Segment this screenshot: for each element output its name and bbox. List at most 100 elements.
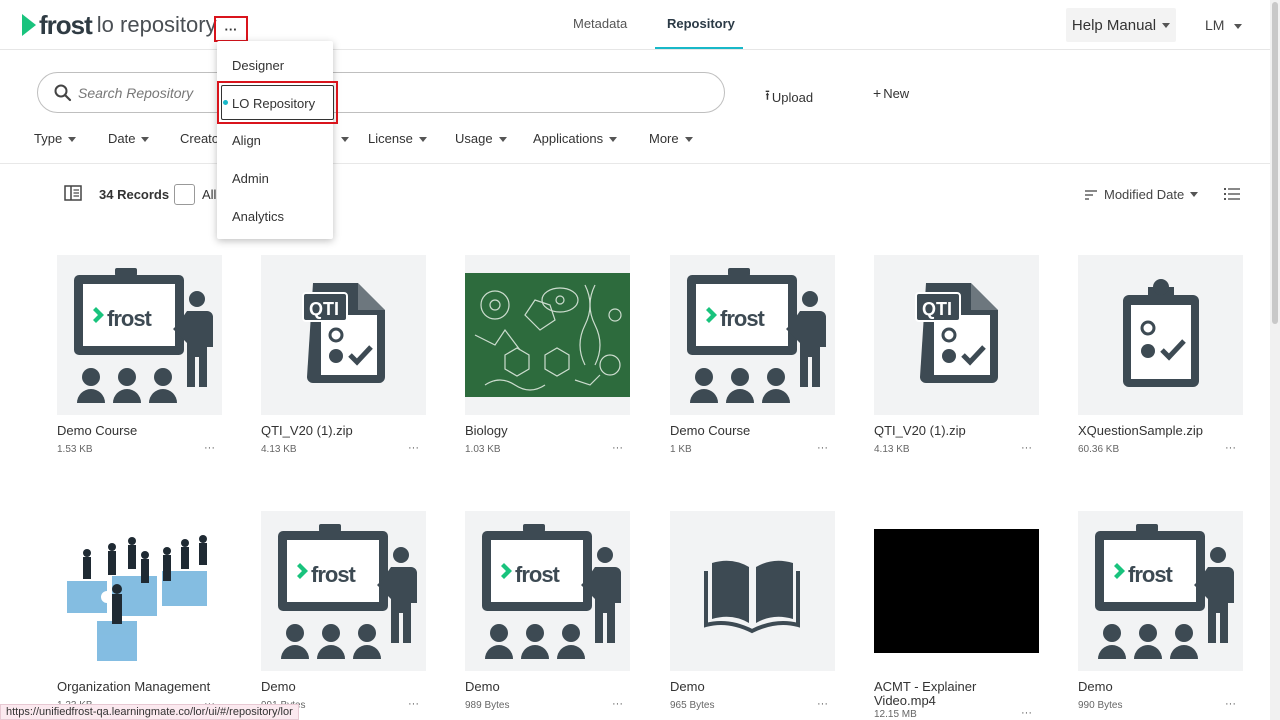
- filter-license[interactable]: License: [368, 131, 427, 146]
- scrollbar-thumb[interactable]: [1272, 2, 1278, 324]
- resource-title[interactable]: Demo: [465, 680, 615, 694]
- resource-card[interactable]: frost Demo991 Bytes···: [261, 511, 426, 711]
- resource-title[interactable]: Demo: [1078, 680, 1228, 694]
- resource-title[interactable]: Demo: [261, 680, 411, 694]
- qti-icon: QTI: [302, 283, 385, 383]
- menu-item-lo-repository[interactable]: LO Repository: [232, 96, 315, 111]
- card-more-options-icon[interactable]: ···: [1021, 707, 1032, 719]
- clipboard-icon: [1123, 279, 1199, 387]
- qti-icon: QTI: [915, 283, 998, 383]
- menu-item-align[interactable]: Align: [232, 133, 261, 148]
- resource-title[interactable]: Demo Course: [57, 424, 207, 438]
- filter-more[interactable]: More: [649, 131, 693, 146]
- app-logo[interactable]: frost lo repository: [22, 10, 217, 40]
- resource-card[interactable]: Organization Management1.33 KB···: [57, 511, 222, 711]
- resource-title[interactable]: Biology: [465, 424, 615, 438]
- filter-date[interactable]: Date: [108, 131, 150, 146]
- resource-size: 965 Bytes: [670, 700, 715, 711]
- logo-arrow-icon: [22, 14, 36, 36]
- svg-text:QTI: QTI: [309, 299, 339, 319]
- resource-thumbnail[interactable]: [57, 511, 222, 671]
- user-menu-button[interactable]: LM: [1205, 17, 1243, 33]
- resource-thumbnail[interactable]: QTI: [874, 255, 1039, 415]
- vertical-scrollbar[interactable]: [1270, 0, 1280, 720]
- search-input[interactable]: [78, 81, 678, 105]
- card-more-options-icon[interactable]: ···: [1225, 698, 1236, 710]
- frost-course: frost: [278, 524, 417, 659]
- records-count: 34 Records: [99, 187, 170, 202]
- resource-card[interactable]: frost Demo Course 1 KB ···: [670, 255, 835, 455]
- resource-thumbnail[interactable]: frost: [465, 511, 630, 671]
- card-more-options-icon[interactable]: ···: [612, 698, 623, 710]
- chevron-down-icon: [1162, 22, 1171, 28]
- menu-item-analytics[interactable]: Analytics: [232, 209, 284, 224]
- frost-course: frost: [687, 268, 826, 403]
- resource-thumbnail[interactable]: [874, 511, 1039, 671]
- resource-card[interactable]: frost Demo Course 1.53 KB ···: [57, 255, 222, 455]
- biology-image: [465, 273, 630, 397]
- resource-title[interactable]: ACMT - Explainer Video.mp4: [874, 680, 1024, 708]
- card-more-options-icon[interactable]: ···: [408, 698, 419, 710]
- filter-creator[interactable]: Creato: [180, 131, 219, 146]
- select-all-checkbox[interactable]: [174, 184, 195, 205]
- resource-card[interactable]: frost Demo 989 Bytes ···: [465, 511, 630, 711]
- card-more-options-icon[interactable]: ···: [1225, 442, 1236, 454]
- filter-label: Type: [34, 131, 63, 146]
- help-manual-button[interactable]: Help Manual: [1066, 8, 1176, 42]
- resource-title[interactable]: Organization Management: [57, 680, 210, 694]
- resource-card[interactable]: frost Demo 990 Bytes ···: [1078, 511, 1243, 711]
- filter-label: Usage: [455, 131, 493, 146]
- filter-label: More: [649, 131, 679, 146]
- resource-thumbnail[interactable]: QTI: [261, 255, 426, 415]
- tab-metadata[interactable]: Metadata: [573, 16, 627, 31]
- resource-size: 1 KB: [670, 444, 692, 455]
- select-all-label: All: [202, 187, 217, 202]
- resource-thumbnail[interactable]: frost: [57, 255, 222, 415]
- app-switcher-menu: Designer LO Repository Align Admin Analy…: [217, 41, 338, 239]
- resource-thumbnail[interactable]: frost: [670, 255, 835, 415]
- resource-title[interactable]: QTI_V20 (1).zip: [874, 424, 1024, 438]
- svg-text:frost: frost: [107, 306, 153, 331]
- sidebar-toggle-icon[interactable]: [64, 185, 82, 201]
- sort-dropdown[interactable]: Modified Date: [1084, 187, 1199, 202]
- filter-applications[interactable]: Applications: [533, 131, 618, 146]
- resource-card[interactable]: QTI QTI_V20 (1).zip 4.13 KB ···: [261, 255, 426, 455]
- svg-text:frost: frost: [515, 562, 561, 587]
- card-more-options-icon[interactable]: ···: [1021, 442, 1032, 454]
- resource-thumbnail[interactable]: frost: [1078, 511, 1243, 671]
- card-more-options-icon[interactable]: ···: [817, 442, 828, 454]
- card-more-options-icon[interactable]: ···: [817, 698, 828, 710]
- chevron-down-icon: [1234, 23, 1243, 29]
- card-more-options-icon[interactable]: ···: [612, 442, 623, 454]
- resource-title[interactable]: Demo Course: [670, 424, 820, 438]
- search-icon[interactable]: [54, 84, 72, 102]
- resource-thumbnail[interactable]: frost: [261, 511, 426, 671]
- chevron-down-icon: [1190, 192, 1199, 197]
- divider: [0, 163, 1270, 164]
- plus-icon: +: [873, 85, 882, 101]
- resource-thumbnail[interactable]: [1078, 255, 1243, 415]
- filter-type[interactable]: Type: [34, 131, 77, 146]
- upload-button[interactable]: ⭱ Upload: [765, 85, 813, 109]
- card-more-options-icon[interactable]: ···: [204, 442, 215, 454]
- resource-thumbnail[interactable]: [670, 511, 835, 671]
- chevron-down-icon: [341, 137, 349, 143]
- resource-title[interactable]: QTI_V20 (1).zip: [261, 424, 411, 438]
- app-switcher-button[interactable]: ···: [214, 16, 248, 42]
- tab-repository[interactable]: Repository: [667, 16, 735, 31]
- card-more-options-icon[interactable]: ···: [408, 442, 419, 454]
- resource-title[interactable]: Demo: [670, 680, 820, 694]
- resource-card[interactable]: XQuestionSample.zip 60.36 KB ···: [1078, 255, 1243, 455]
- resource-card[interactable]: Biology 1.03 KB ···: [465, 255, 630, 455]
- new-button[interactable]: + New: [873, 85, 909, 101]
- help-manual-label: Help Manual: [1071, 16, 1157, 34]
- resource-card[interactable]: QTI QTI_V20 (1).zip 4.13 KB ···: [874, 255, 1039, 455]
- resource-card[interactable]: Demo 965 Bytes ···: [670, 511, 835, 711]
- menu-item-designer[interactable]: Designer: [232, 58, 284, 73]
- resource-title[interactable]: XQuestionSample.zip: [1078, 424, 1228, 438]
- menu-item-admin[interactable]: Admin: [232, 171, 269, 186]
- list-view-icon[interactable]: [1224, 187, 1240, 201]
- resource-thumbnail[interactable]: [465, 255, 630, 415]
- filter-usage[interactable]: Usage: [455, 131, 507, 146]
- resource-card[interactable]: ACMT - Explainer Video.mp4 12.15 MB ···: [874, 511, 1039, 720]
